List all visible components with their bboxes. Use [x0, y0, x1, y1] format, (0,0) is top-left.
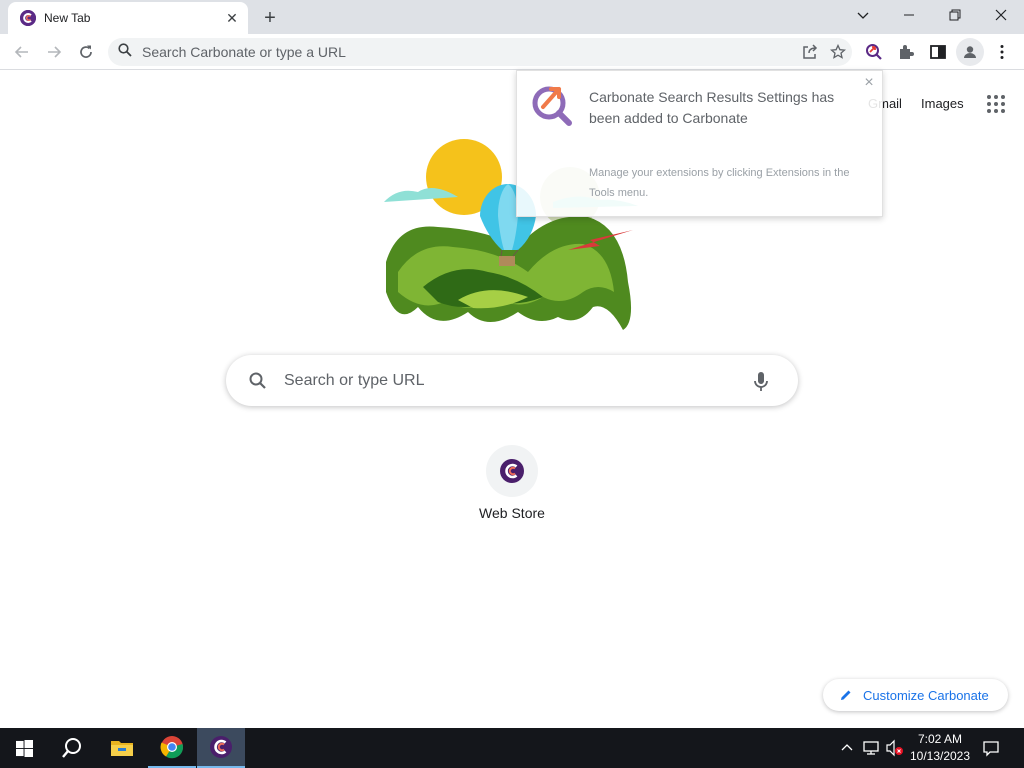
ntp-search-box[interactable]: Search or type URL — [226, 355, 798, 406]
popup-note: Manage your extensions by clicking Exten… — [589, 167, 850, 199]
file-explorer-icon[interactable] — [98, 728, 146, 768]
menu-kebab-icon[interactable] — [988, 38, 1016, 66]
windows-taskbar: 7:02 AM 10/13/2023 — [0, 728, 1024, 768]
shortcut-tile — [486, 445, 538, 497]
close-popup-icon[interactable]: × — [861, 75, 877, 91]
carbonate-search-logo-icon — [532, 86, 572, 126]
chrome-icon[interactable] — [148, 728, 196, 768]
carbonate-favicon-icon — [20, 10, 36, 26]
network-icon[interactable] — [861, 738, 881, 758]
address-bar[interactable]: Search Carbonate or type a URL — [108, 38, 852, 66]
notification-center-icon[interactable] — [981, 738, 1001, 758]
browser-toolbar: Search Carbonate or type a URL — [0, 34, 1024, 70]
address-bar-placeholder: Search Carbonate or type a URL — [142, 44, 346, 60]
customize-label: Customize Carbonate — [863, 687, 989, 703]
tab-strip: New Tab ✕ + — [0, 0, 1024, 34]
new-tab-button[interactable]: + — [256, 6, 284, 30]
minimize-icon[interactable] — [886, 0, 932, 30]
bookmark-star-icon[interactable] — [824, 38, 852, 66]
close-window-icon[interactable] — [978, 0, 1024, 30]
clock-date: 10/13/2023 — [909, 749, 971, 763]
reload-icon[interactable] — [72, 38, 100, 66]
tab-search-chevron-icon[interactable] — [840, 0, 886, 30]
extension-added-popup: Carbonate Search Results Settings has be… — [516, 70, 883, 217]
carbonate-logo-icon — [500, 459, 524, 483]
shortcut-web-store[interactable]: Web Store — [472, 445, 552, 521]
shortcut-label: Web Store — [479, 505, 545, 521]
clock-time: 7:02 AM — [917, 732, 963, 746]
show-hidden-icons-chevron-icon[interactable] — [837, 738, 857, 758]
tab-new-tab[interactable]: New Tab ✕ — [8, 2, 248, 34]
ntp-search-placeholder: Search or type URL — [284, 371, 425, 389]
pencil-icon — [841, 690, 851, 700]
extensions-puzzle-icon[interactable] — [892, 38, 920, 66]
tab-title: New Tab — [44, 11, 91, 25]
share-icon[interactable] — [796, 38, 824, 66]
images-link[interactable]: Images — [921, 96, 964, 111]
start-icon[interactable] — [0, 728, 48, 768]
volume-muted-icon[interactable] — [885, 738, 905, 758]
microphone-icon[interactable] — [750, 370, 772, 392]
back-icon[interactable] — [8, 38, 36, 66]
popup-title: Carbonate Search Results Settings has be… — [589, 89, 835, 126]
apps-grid-icon[interactable] — [984, 92, 1008, 116]
side-panel-icon[interactable] — [924, 38, 952, 66]
taskbar-clock[interactable]: 7:02 AM 10/13/2023 — [904, 731, 976, 765]
carbonate-taskbar-icon[interactable] — [197, 728, 245, 768]
profile-avatar-icon[interactable] — [956, 38, 984, 66]
taskbar-search-icon[interactable] — [48, 728, 96, 768]
search-icon — [118, 42, 132, 62]
forward-icon[interactable] — [40, 38, 68, 66]
customize-button[interactable]: Customize Carbonate — [823, 679, 1008, 711]
carbonate-extension-icon[interactable] — [860, 38, 888, 66]
close-tab-icon[interactable]: ✕ — [224, 10, 240, 26]
restore-icon[interactable] — [932, 0, 978, 30]
search-icon — [249, 372, 266, 389]
